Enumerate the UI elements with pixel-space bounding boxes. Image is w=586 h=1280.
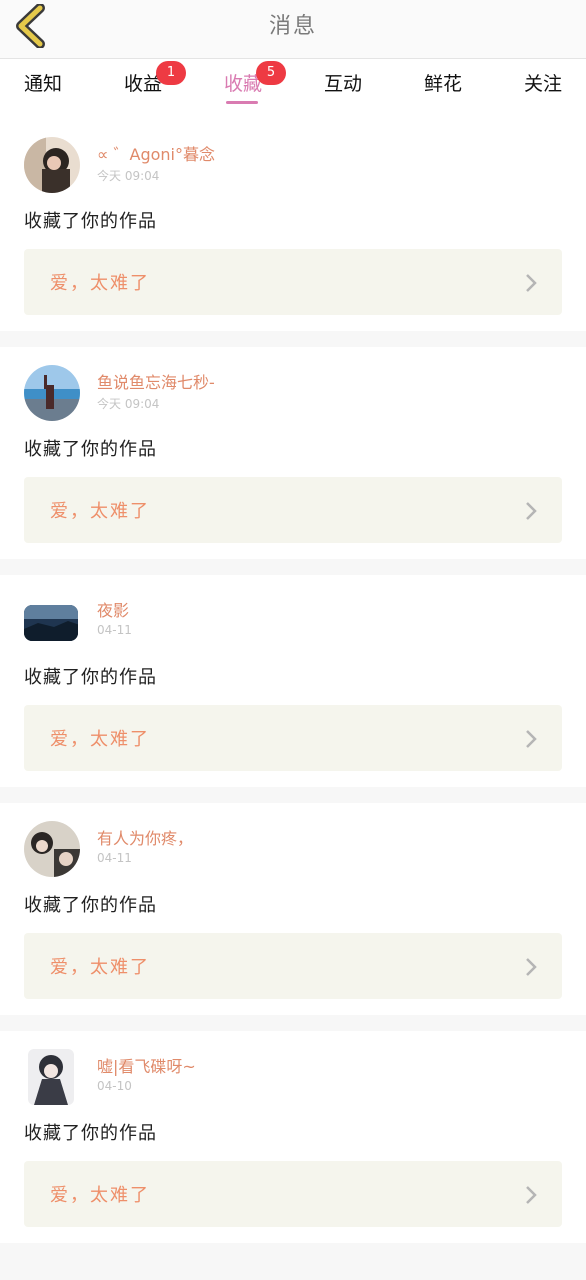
list-item: ∝ ゛Agoni°暮念 今天 09:04 收藏了你的作品 爱，太难了 xyxy=(0,119,586,331)
list-item: 有人为你疼， 04-11 收藏了你的作品 爱，太难了 xyxy=(0,803,586,1015)
avatar[interactable] xyxy=(28,1049,74,1105)
username[interactable]: 夜影 xyxy=(97,597,129,621)
avatar[interactable] xyxy=(24,137,80,193)
chevron-right-icon xyxy=(526,1186,537,1204)
work-title: 爱，太难了 xyxy=(50,729,150,750)
timestamp: 04-10 xyxy=(97,1079,132,1093)
action-text: 收藏了你的作品 xyxy=(24,667,157,688)
message-feed: ∝ ゛Agoni°暮念 今天 09:04 收藏了你的作品 爱，太难了 鱼说鱼忘海… xyxy=(0,119,586,1243)
list-item: 夜影 04-11 收藏了你的作品 爱，太难了 xyxy=(0,575,586,787)
action-text: 收藏了你的作品 xyxy=(24,439,157,460)
timestamp: 04-11 xyxy=(97,623,132,637)
tab-label: 通知 xyxy=(24,73,63,95)
timestamp: 今天 09:04 xyxy=(97,169,160,183)
chevron-right-icon xyxy=(526,502,537,520)
tab-notifications[interactable]: 通知 xyxy=(24,69,62,96)
username[interactable]: 鱼说鱼忘海七秒- xyxy=(97,369,215,393)
tab-bar: 通知 收益 1 收藏 5 互动 鲜花 关注 xyxy=(0,59,586,119)
active-tab-indicator xyxy=(226,101,258,104)
tab-favorites[interactable]: 收藏 5 xyxy=(224,61,286,96)
unread-badge: 1 xyxy=(156,61,186,85)
username[interactable]: 嘘|看飞碟呀~ xyxy=(97,1053,196,1077)
tab-flowers[interactable]: 鲜花 xyxy=(424,69,462,96)
work-title: 爱，太难了 xyxy=(50,501,150,522)
tab-earnings[interactable]: 收益 1 xyxy=(124,61,186,96)
unread-badge: 5 xyxy=(256,61,286,85)
work-title: 爱，太难了 xyxy=(50,957,150,978)
tab-label: 关注 xyxy=(524,73,563,95)
avatar[interactable] xyxy=(24,605,78,641)
work-link[interactable]: 爱，太难了 xyxy=(24,1161,562,1227)
work-title: 爱，太难了 xyxy=(50,273,150,294)
tab-interactions[interactable]: 互动 xyxy=(324,69,362,96)
chevron-right-icon xyxy=(526,730,537,748)
page-title: 消息 xyxy=(268,14,317,39)
username[interactable]: 有人为你疼， xyxy=(97,825,193,849)
top-bar: 消息 xyxy=(0,0,586,59)
list-item: 鱼说鱼忘海七秒- 今天 09:04 收藏了你的作品 爱，太难了 xyxy=(0,347,586,559)
timestamp: 今天 09:04 xyxy=(97,397,160,411)
tab-label: 互动 xyxy=(324,73,363,95)
work-link[interactable]: 爱，太难了 xyxy=(24,705,562,771)
tab-label: 鲜花 xyxy=(424,73,463,95)
action-text: 收藏了你的作品 xyxy=(24,1123,157,1144)
work-link[interactable]: 爱，太难了 xyxy=(24,249,562,315)
tab-follows[interactable]: 关注 xyxy=(524,69,562,96)
action-text: 收藏了你的作品 xyxy=(24,211,157,232)
chevron-right-icon xyxy=(526,958,537,976)
username[interactable]: ∝ ゛Agoni°暮念 xyxy=(97,141,215,165)
avatar[interactable] xyxy=(24,365,80,421)
avatar[interactable] xyxy=(24,821,80,877)
chevron-right-icon xyxy=(526,274,537,292)
timestamp: 04-11 xyxy=(97,851,132,865)
work-title: 爱，太难了 xyxy=(50,1185,150,1206)
work-link[interactable]: 爱，太难了 xyxy=(24,477,562,543)
work-link[interactable]: 爱，太难了 xyxy=(24,933,562,999)
action-text: 收藏了你的作品 xyxy=(24,895,157,916)
list-item: 嘘|看飞碟呀~ 04-10 收藏了你的作品 爱，太难了 xyxy=(0,1031,586,1243)
